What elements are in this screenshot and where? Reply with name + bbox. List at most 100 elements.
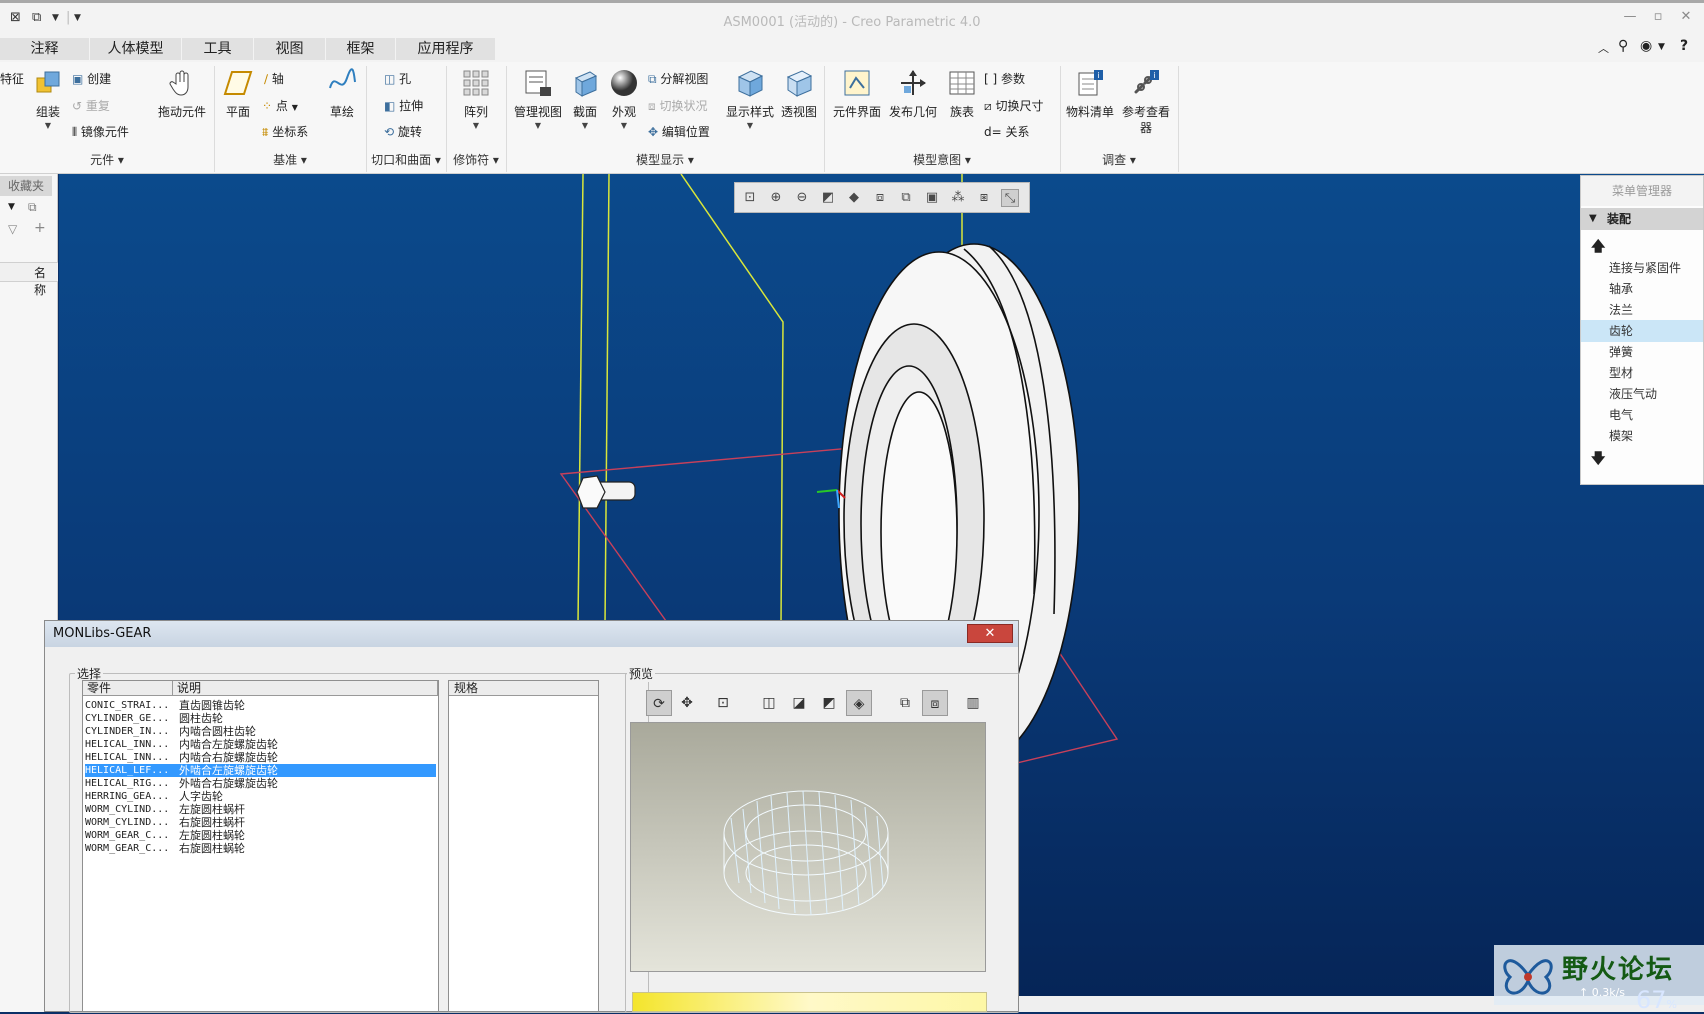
datum-display-icon[interactable]: ⁂ bbox=[949, 189, 967, 207]
dialog-close-button[interactable]: ✕ bbox=[967, 624, 1013, 643]
list-item[interactable]: WORM_GEAR_C... 左旋圆柱蜗轮 bbox=[85, 829, 436, 842]
extrude-button[interactable]: ◧ 拉伸 bbox=[384, 97, 423, 114]
perspective-button[interactable]: 透视图 bbox=[778, 68, 820, 120]
list-item[interactable]: CYLINDER_GE... 圆柱齿轮 bbox=[85, 712, 436, 725]
csys-button[interactable]: ⩩ 坐标系 bbox=[262, 123, 308, 140]
tree-name-column[interactable]: 名称 bbox=[34, 264, 57, 298]
annotation-display-icon[interactable]: ⧆ bbox=[975, 189, 993, 207]
menu-item-electrical[interactable]: 电气 bbox=[1581, 404, 1703, 426]
tab-view[interactable]: 视图 bbox=[254, 38, 326, 60]
assemble-button[interactable]: 组装 ▼ bbox=[28, 68, 68, 134]
parameters-button[interactable]: [ ] 参数 bbox=[984, 70, 1025, 87]
tab-framework[interactable]: 框架 bbox=[326, 38, 396, 60]
list-item[interactable]: HELICAL_RIG... 外啮合右旋螺旋齿轮 bbox=[85, 777, 436, 790]
menu-item-profiles[interactable]: 型材 bbox=[1581, 362, 1703, 384]
family-table-button[interactable]: 族表 bbox=[942, 68, 982, 120]
group-label-display[interactable]: 模型显示 ▾ bbox=[506, 150, 824, 170]
group-label-datum[interactable]: 基准 ▾ bbox=[214, 150, 366, 170]
group-label-modifier[interactable]: 修饰符 ▾ bbox=[446, 150, 506, 170]
menu-item-bearings[interactable]: 轴承 bbox=[1581, 278, 1703, 300]
spec-list[interactable]: 规格 bbox=[448, 680, 599, 1012]
appearance-button[interactable]: 外观 ▼ bbox=[606, 68, 642, 134]
part-list[interactable]: 零件 说明 CONIC_STRAI... 直齿圆锥齿轮 CYLINDER_GE..… bbox=[82, 680, 439, 1012]
axis-button[interactable]: ∕ 轴 bbox=[264, 70, 284, 87]
reference-viewer-button[interactable]: i 参考查看器 bbox=[1118, 68, 1174, 136]
point-button[interactable]: ⁘ 点 ▼ bbox=[262, 97, 298, 114]
menu-item-gears[interactable]: 齿轮 bbox=[1581, 320, 1703, 342]
list-item[interactable]: HERRING_GEA... 人字齿轮 bbox=[85, 790, 436, 803]
bom-button[interactable]: i 物料清单 bbox=[1064, 68, 1116, 120]
favorites-tab[interactable]: 收藏夹 bbox=[0, 176, 52, 196]
display-style-button[interactable]: 显示样式 ▼ bbox=[722, 68, 778, 134]
add-icon[interactable]: + bbox=[34, 220, 46, 236]
community-icon[interactable]: ◉ bbox=[1640, 38, 1652, 54]
front-view-icon[interactable]: ◫ bbox=[756, 690, 782, 716]
help-icon[interactable]: ? bbox=[1680, 38, 1688, 54]
arrow-down-icon[interactable]: 🡇 bbox=[1591, 448, 1605, 472]
pan-icon[interactable]: ✥ bbox=[674, 690, 700, 716]
preview-canvas[interactable] bbox=[630, 722, 986, 972]
mirror-component-button[interactable]: ⫴ 镜像元件 bbox=[72, 123, 129, 140]
perspective-view-icon[interactable]: ▣ bbox=[923, 189, 941, 207]
repaint-icon[interactable]: ◩ bbox=[819, 189, 837, 207]
tab-manikin[interactable]: 人体模型 bbox=[90, 38, 182, 60]
tab-applications[interactable]: 应用程序 bbox=[396, 38, 496, 60]
switch-dimensions-button[interactable]: ⧄ 切换尺寸 bbox=[984, 97, 1043, 114]
spin-center-icon[interactable]: ⤡ bbox=[1001, 189, 1019, 207]
group-label-intent[interactable]: 模型意图 ▾ bbox=[824, 150, 1060, 170]
manage-views-button[interactable]: 管理视图 ▼ bbox=[510, 68, 566, 134]
sketch-button[interactable]: 草绘 bbox=[322, 68, 362, 120]
group-label-investigate[interactable]: 调查 ▾ bbox=[1060, 150, 1178, 170]
group-label-cut[interactable]: 切口和曲面 ▾ bbox=[366, 150, 446, 170]
explode-view-button[interactable]: ⧉ 分解视图 bbox=[648, 70, 708, 87]
drag-component-button[interactable]: 拖动元件 bbox=[152, 68, 212, 120]
hole-button[interactable]: ◫ 孔 bbox=[384, 70, 411, 87]
column-header-part[interactable]: 零件 bbox=[83, 681, 173, 695]
list-item[interactable]: WORM_CYLIND... 右旋圆柱蜗杆 bbox=[85, 816, 436, 829]
wireframe-icon[interactable]: ⧉ bbox=[892, 690, 918, 716]
refit-icon[interactable]: ⊡ bbox=[741, 189, 759, 207]
side-view-icon[interactable]: ◩ bbox=[816, 690, 842, 716]
tab-annotate[interactable]: 注释 bbox=[0, 38, 90, 60]
shaded-icon[interactable]: ⧈ bbox=[922, 690, 948, 716]
section-button[interactable]: 截面 ▼ bbox=[566, 68, 604, 134]
top-view-icon[interactable]: ◪ bbox=[786, 690, 812, 716]
zoom-in-icon[interactable]: ⊕ bbox=[767, 189, 785, 207]
edit-position-button[interactable]: ✥ 编辑位置 bbox=[648, 123, 710, 140]
zoom-fit-icon[interactable]: ⊡ bbox=[710, 690, 736, 716]
community-dropdown-icon[interactable]: ▼ bbox=[1658, 42, 1665, 52]
create-button[interactable]: ▣ 创建 bbox=[72, 70, 111, 87]
saved-views-icon[interactable]: ⧈ bbox=[871, 189, 889, 207]
tab-tools[interactable]: 工具 bbox=[182, 38, 254, 60]
list-item[interactable]: CYLINDER_IN... 内啮合圆柱齿轮 bbox=[85, 725, 436, 738]
view-manager-icon[interactable]: ⧉ bbox=[897, 189, 915, 207]
menu-item-mold-base[interactable]: 模架 bbox=[1581, 425, 1703, 447]
list-item-selected[interactable]: HELICAL_LEF... 外啮合左旋螺旋齿轮 bbox=[85, 764, 436, 777]
list-item[interactable]: CONIC_STRAI... 直齿圆锥齿轮 bbox=[85, 699, 436, 712]
list-item[interactable]: WORM_CYLIND... 左旋圆柱蜗杆 bbox=[85, 803, 436, 816]
minimize-button[interactable]: — bbox=[1620, 9, 1640, 24]
search-icon[interactable]: ⚲ bbox=[1618, 38, 1628, 54]
repeat-button[interactable]: ↺ 重复 bbox=[72, 97, 110, 114]
zoom-out-icon[interactable]: ⊖ bbox=[793, 189, 811, 207]
column-header-spec[interactable]: 规格 bbox=[449, 681, 598, 696]
plane-button[interactable]: 平面 bbox=[218, 68, 258, 120]
toggle-status-button[interactable]: ⧈ 切换状况 bbox=[648, 97, 707, 114]
list-item[interactable]: HELICAL_INN... 内啮合左旋螺旋齿轮 bbox=[85, 738, 436, 751]
tree-filter-icon[interactable]: ⧉ bbox=[28, 200, 37, 215]
close-button[interactable]: ✕ bbox=[1676, 9, 1696, 24]
list-item[interactable]: WORM_GEAR_C... 右旋圆柱蜗轮 bbox=[85, 842, 436, 855]
revolve-button[interactable]: ⟲ 旋转 bbox=[384, 123, 422, 140]
filter-icon[interactable]: ▽ bbox=[8, 222, 17, 236]
menu-item-hydraulics[interactable]: 液压气动 bbox=[1581, 383, 1703, 405]
menu-item-flanges[interactable]: 法兰 bbox=[1581, 299, 1703, 321]
menu-item-connectors[interactable]: 连接与紧固件 bbox=[1581, 257, 1703, 279]
display-style-icon[interactable]: ◆ bbox=[845, 189, 863, 207]
collapse-ribbon-icon[interactable]: ︿ bbox=[1598, 40, 1609, 56]
iso-view-icon[interactable]: ◈ bbox=[846, 690, 872, 716]
list-item[interactable]: HELICAL_INN... 内啮合右旋螺旋齿轮 bbox=[85, 751, 436, 764]
relations-button[interactable]: d= 关系 bbox=[984, 123, 1030, 140]
maximize-button[interactable]: ▫ bbox=[1648, 9, 1668, 24]
publish-geometry-button[interactable]: 发布几何 bbox=[886, 68, 940, 120]
group-label-component[interactable]: 元件 ▾ bbox=[0, 150, 214, 170]
